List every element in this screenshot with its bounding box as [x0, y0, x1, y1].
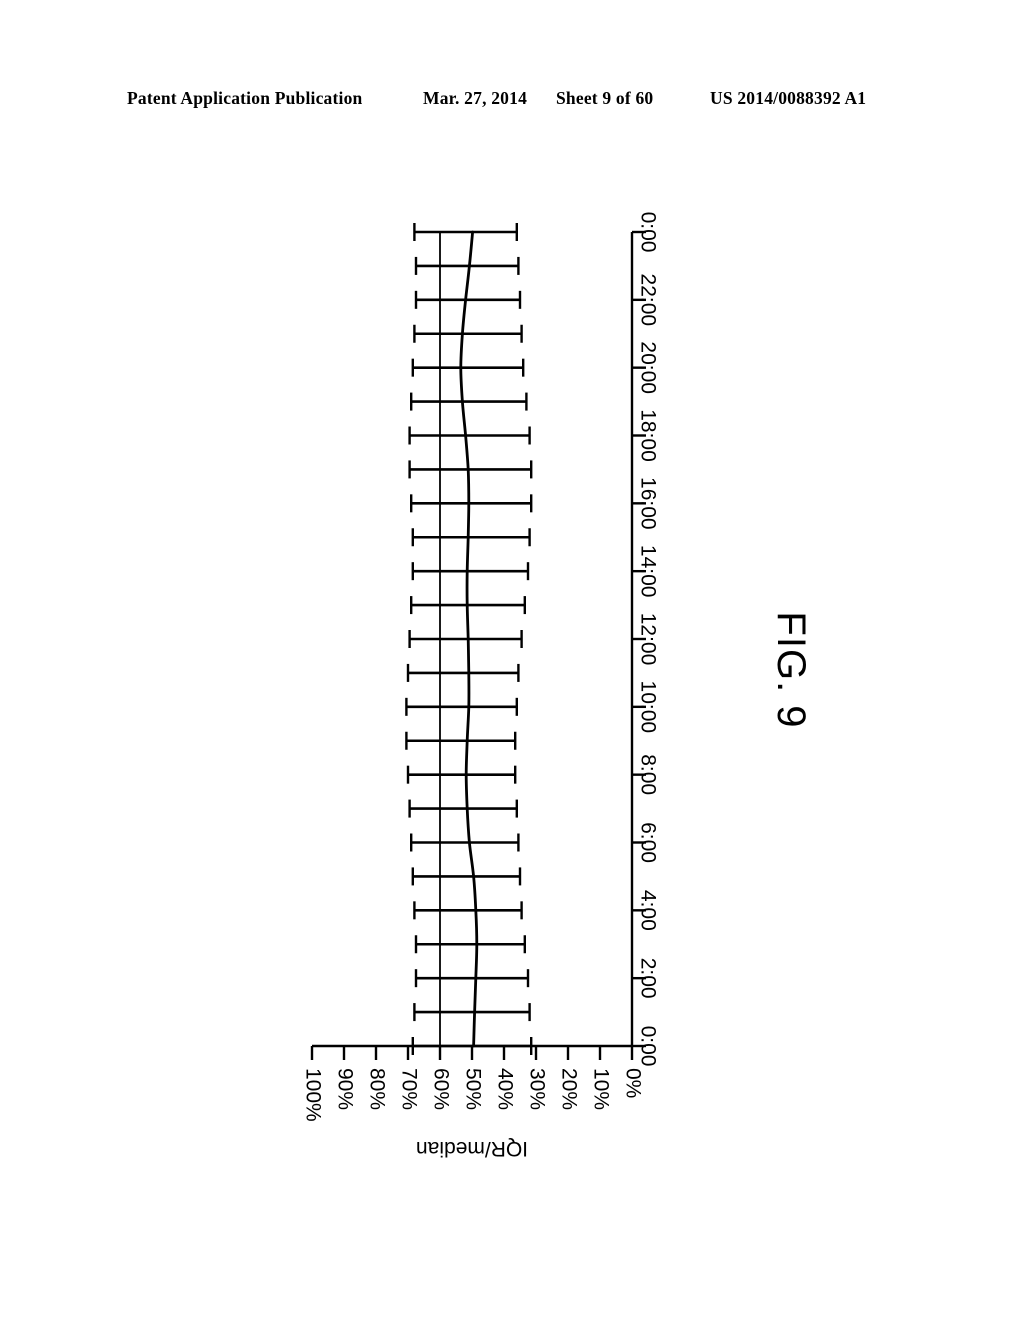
- time-tick-label: 12:00: [637, 613, 660, 666]
- value-tick-label: 20%: [557, 1068, 580, 1110]
- time-tick-label: 14:00: [637, 545, 660, 598]
- time-tick-label: 22:00: [637, 274, 660, 327]
- time-tick-label: 0:00: [637, 212, 660, 253]
- time-axis-tick-labels: 0:00 2:00 4:00 6:00 8:00 10:00 12:00 14:00 16:00…: [637, 212, 660, 1067]
- value-tick-label: 40%: [493, 1068, 516, 1110]
- time-tick-label: 2:00: [637, 958, 660, 999]
- value-tick-label: 10%: [589, 1068, 612, 1110]
- value-tick-label: 90%: [333, 1068, 356, 1110]
- patent-figure: 0% 10% 20% 30% 40% 50% 60% 70% 80% 90% 100% 0:00 2:…: [0, 0, 1024, 1320]
- time-tick-label: 20:00: [637, 341, 660, 394]
- time-tick-label: 10:00: [637, 681, 660, 734]
- value-tick-label: 0%: [621, 1068, 644, 1098]
- axis-title-text: IQR/median: [416, 1137, 528, 1160]
- figure-caption: FIG. 9: [769, 611, 814, 729]
- iqr-median-chart: 0% 10% 20% 30% 40% 50% 60% 70% 80% 90% 100% 0:00 2:…: [301, 212, 660, 1160]
- time-tick-label: 4:00: [637, 890, 660, 931]
- value-axis-title: IQR/median: [416, 1137, 528, 1160]
- value-tick-label: 70%: [397, 1068, 420, 1110]
- time-tick-label: 0:00: [637, 1026, 660, 1067]
- value-tick-label: 80%: [365, 1068, 388, 1110]
- value-axis-tick-labels: 0% 10% 20% 30% 40% 50% 60% 70% 80% 90% 100%: [301, 1068, 644, 1122]
- value-tick-label: 30%: [525, 1068, 548, 1110]
- value-tick-label: 60%: [429, 1068, 452, 1110]
- time-tick-label: 8:00: [637, 754, 660, 795]
- value-tick-label: 50%: [461, 1068, 484, 1110]
- time-tick-label: 16:00: [637, 477, 660, 530]
- time-tick-label: 6:00: [637, 822, 660, 863]
- value-axis: [310, 1044, 634, 1060]
- value-tick-label: 100%: [301, 1068, 324, 1122]
- time-tick-label: 18:00: [637, 409, 660, 462]
